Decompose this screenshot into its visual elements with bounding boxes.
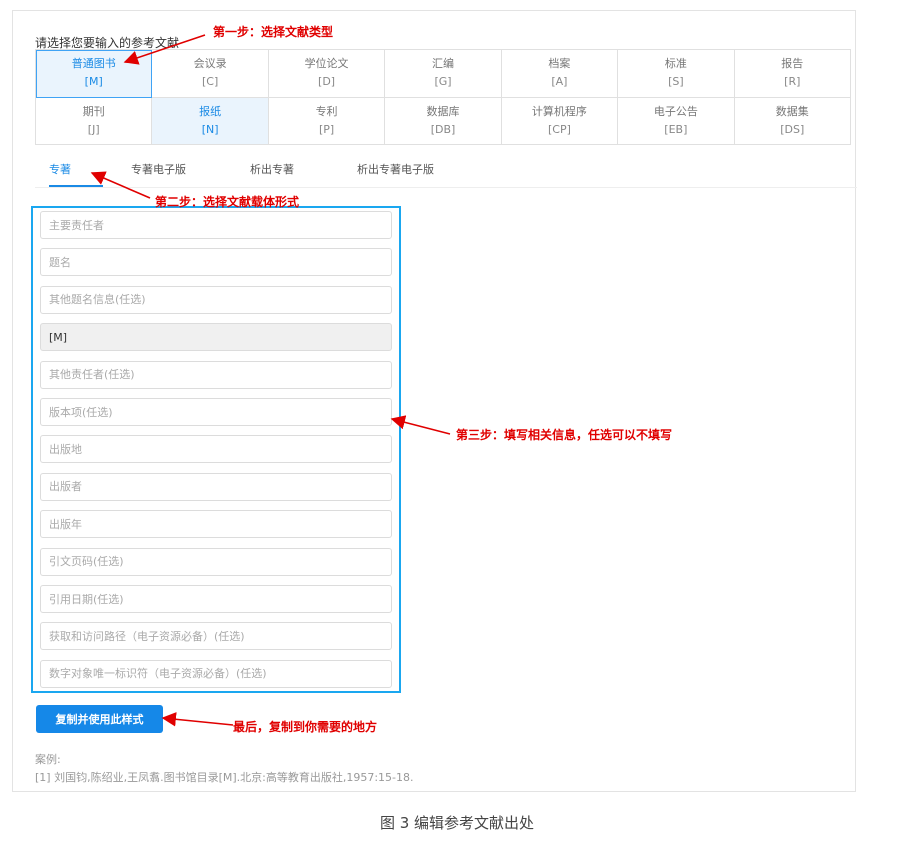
doc-type-code-field[interactable] xyxy=(40,323,392,352)
carrier-tabs: 专著 专著电子版 析出专著 析出专著电子版 xyxy=(35,154,857,188)
doc-type-name: 档案 xyxy=(548,57,571,71)
doc-type-code: [DS] xyxy=(780,122,805,136)
last-annotation: 最后，复制到你需要的地方 xyxy=(233,720,378,734)
reference-editor-panel: 请选择您要输入的参考文献 普通图书 [M] 会议录 [C] 学位论文 [D] 汇编 [G] 档案… xyxy=(12,10,857,792)
doc-type-option[interactable]: 报告 [R] xyxy=(734,50,851,98)
doc-type-name: 标准 xyxy=(664,57,687,71)
doc-type-code: [DB] xyxy=(430,122,456,136)
doc-type-name: 报告 xyxy=(781,57,804,71)
doc-type-code: [S] xyxy=(668,75,684,89)
copy-style-button[interactable]: 复制并使用此样式 xyxy=(36,705,163,733)
tab-analytic-monograph-electronic[interactable]: 析出专著电子版 xyxy=(357,161,434,177)
edition-field[interactable] xyxy=(40,398,392,426)
doc-type-name: 汇编 xyxy=(431,57,454,71)
doc-type-name: 学位论文 xyxy=(304,57,349,71)
document-type-grid: 普通图书 [M] 会议录 [C] 学位论文 [D] 汇编 [G] 档案 [A] 标准 [S] 报告 [R]… xyxy=(35,49,851,145)
doc-type-code: [M] xyxy=(84,75,103,89)
doc-type-code: [G] xyxy=(434,75,452,89)
doc-type-name: 数据集 xyxy=(775,104,809,118)
doc-type-code: [EB] xyxy=(664,122,688,136)
doc-type-name: 普通图书 xyxy=(71,57,116,71)
doc-type-code: [C] xyxy=(202,75,219,89)
publish-year-field[interactable] xyxy=(40,510,392,539)
doc-type-option[interactable]: 学位论文 [D] xyxy=(268,50,386,98)
doc-type-name: 期刊 xyxy=(82,104,105,118)
step2-annotation: 第二步：选择文献载体形式 xyxy=(155,195,300,209)
doc-type-option[interactable]: 计算机程序 [CP] xyxy=(501,97,619,145)
figure-caption: 图 3 编辑参考文献出处 xyxy=(379,814,535,832)
doc-type-option[interactable]: 专利 [P] xyxy=(268,97,386,145)
tab-monograph-electronic[interactable]: 专著电子版 xyxy=(131,161,186,177)
doc-type-name: 专利 xyxy=(315,104,338,118)
publisher-field[interactable] xyxy=(40,472,392,501)
doc-type-option[interactable]: 会议录 [C] xyxy=(152,50,269,98)
doc-type-option[interactable]: 数据库 [DB] xyxy=(385,97,502,145)
doc-type-code: [D] xyxy=(318,75,336,89)
doc-type-option[interactable]: 报纸 [N] xyxy=(152,97,269,145)
active-tab-indicator xyxy=(49,185,103,187)
other-title-info-field[interactable] xyxy=(40,285,392,314)
doc-type-code: [J] xyxy=(87,122,100,136)
doc-type-option[interactable]: 普通图书 [M] xyxy=(36,50,153,98)
doc-type-name: 报纸 xyxy=(199,104,222,118)
doc-type-option[interactable]: 期刊 [J] xyxy=(36,97,153,145)
tab-monograph[interactable]: 专著 xyxy=(49,161,71,177)
doc-type-code: [CP] xyxy=(547,122,571,136)
step3-annotation: 第三步：填写相关信息，任选可以不填写 xyxy=(456,428,673,442)
tab-analytic-monograph[interactable]: 析出专著 xyxy=(250,161,294,177)
doc-type-option[interactable]: 数据集 [DS] xyxy=(734,97,851,145)
access-path-field[interactable] xyxy=(40,622,392,651)
doc-type-name: 会议录 xyxy=(193,57,227,71)
other-responsible-field[interactable] xyxy=(40,360,392,389)
doc-type-name: 计算机程序 xyxy=(531,104,587,118)
doi-field[interactable] xyxy=(40,659,392,688)
reference-form xyxy=(31,206,401,693)
doc-type-option[interactable]: 标准 [S] xyxy=(618,50,735,98)
cited-date-field[interactable] xyxy=(40,585,392,613)
doc-type-option[interactable]: 电子公告 [EB] xyxy=(618,97,735,145)
doc-type-name: 数据库 xyxy=(426,104,460,118)
doc-type-option[interactable]: 档案 [A] xyxy=(501,50,619,98)
example-citation: [1] 刘国钧,陈绍业,王凤翥.图书馆目录[M].北京:高等教育出版社,1957… xyxy=(35,771,414,784)
doc-type-code: [A] xyxy=(551,75,568,89)
title-field[interactable] xyxy=(40,248,392,277)
step1-annotation: 第一步：选择文献类型 xyxy=(213,25,334,39)
publish-place-field[interactable] xyxy=(40,435,392,464)
doc-type-name: 电子公告 xyxy=(653,104,698,118)
doc-type-code: [R] xyxy=(784,75,801,89)
doc-type-code: [N] xyxy=(201,122,219,136)
primary-author-field[interactable] xyxy=(40,211,392,239)
doc-type-option[interactable]: 汇编 [G] xyxy=(385,50,502,98)
doc-type-code: [P] xyxy=(318,122,335,136)
example-label: 案例: xyxy=(35,753,61,766)
cited-pages-field[interactable] xyxy=(40,547,392,576)
